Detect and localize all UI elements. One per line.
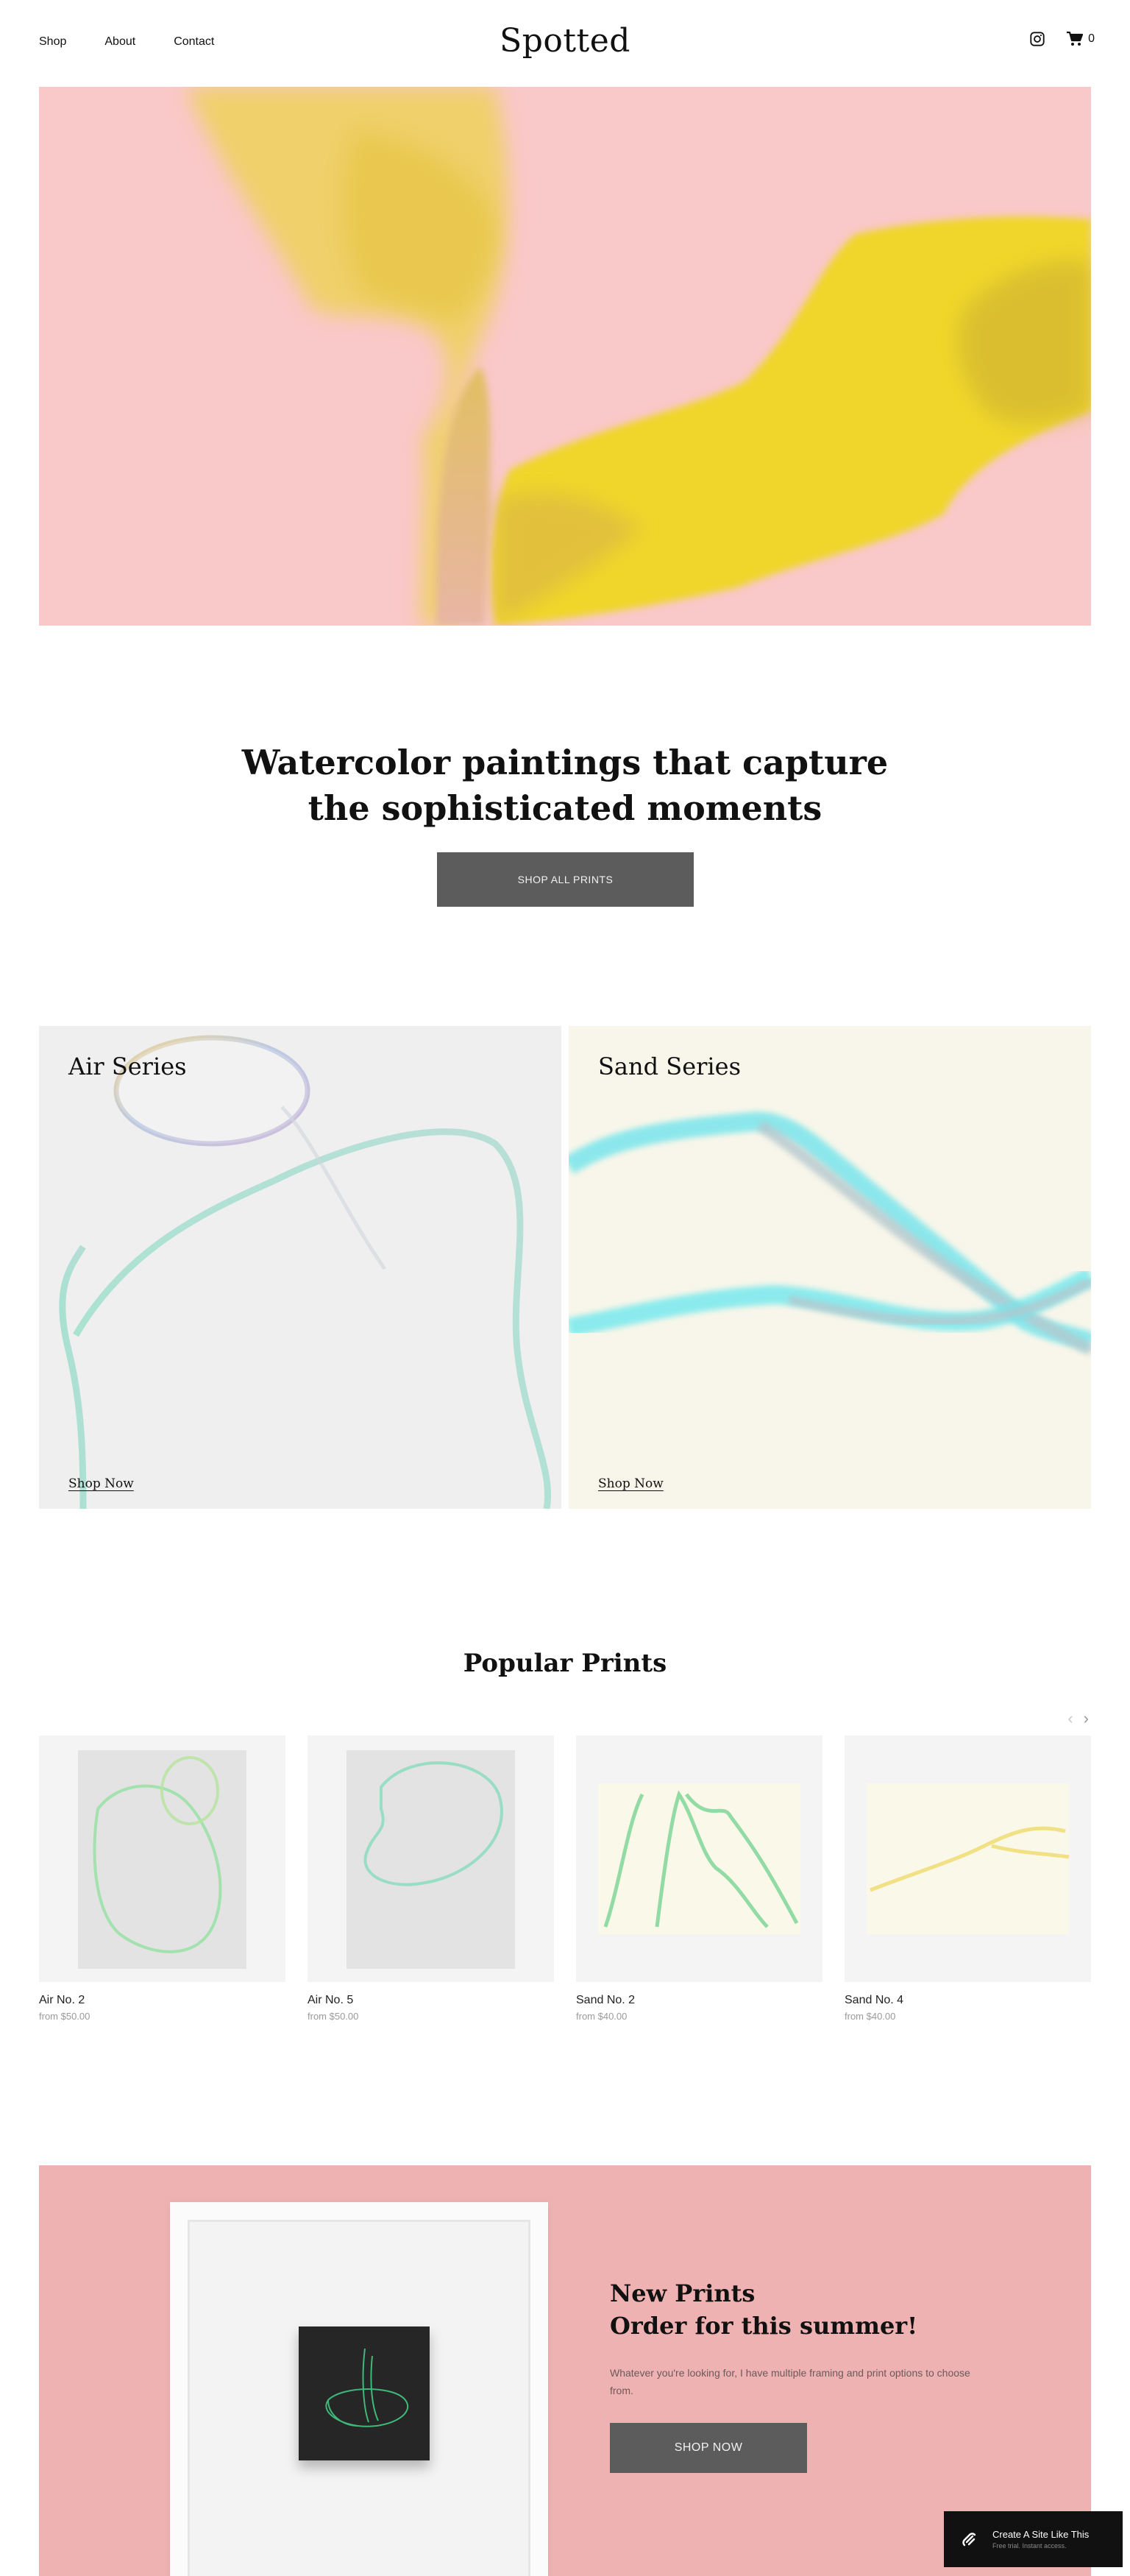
product-name[interactable]: Air No. 2 [39,1994,285,2007]
new-prints-heading: New Prints Order for this summer! [610,2277,917,2342]
air-no-5-art [347,1750,515,1969]
intro-heading-line2: the sophisticated moments [308,788,822,828]
sand-series-art [569,1111,1091,1356]
framed-artwork-drawing [325,2348,409,2427]
carousel-prev-icon[interactable]: ‹ [1067,1709,1073,1728]
frame-mat [188,2220,530,2576]
hero-image [39,87,1091,626]
product-price: from $40.00 [576,2011,628,2022]
shop-now-button[interactable]: SHOP NOW [610,2423,807,2473]
badge-subtitle: Free trial. Instant access. [992,2542,1067,2550]
product-price: from $50.00 [308,2011,359,2022]
product-price: from $40.00 [845,2011,896,2022]
cart-icon [1067,31,1084,46]
product-image[interactable] [576,1735,822,1982]
new-prints-banner: New Prints Order for this summer! Whatev… [39,2165,1091,2576]
popular-prints-heading: Popular Prints [463,1649,667,1678]
product-image[interactable] [308,1735,554,1982]
framed-print-image [170,2202,548,2576]
shop-all-prints-button[interactable]: SHOP ALL PRINTS [437,852,694,907]
product-name[interactable]: Sand No. 2 [576,1994,822,2007]
new-prints-heading-line1: New Prints [610,2279,756,2307]
intro-heading-line1: Watercolor paintings that capture [241,743,889,782]
site-logo[interactable]: Spotted [0,22,1130,60]
product-card-sand-no-4[interactable]: Sand No. 4 from $40.00 [845,1735,1091,2022]
product-card-sand-no-2[interactable]: Sand No. 2 from $40.00 [576,1735,822,2022]
air-series-card[interactable]: Air Series Shop Now [39,1026,561,1509]
instagram-icon[interactable] [1029,31,1045,47]
air-series-art [59,1035,552,1509]
badge-text: Create A Site Like This Free trial. Inst… [992,2529,1089,2550]
product-card-air-no-5[interactable]: Air No. 5 from $50.00 [308,1735,554,2022]
product-image[interactable] [39,1735,285,1982]
product-name[interactable]: Sand No. 4 [845,1994,1091,2007]
air-no-2-art [78,1750,246,1969]
air-series-title: Air Series [68,1052,187,1080]
new-prints-heading-line2: Order for this summer! [610,2312,918,2340]
cart-button[interactable]: 0 [1066,31,1095,47]
product-price: from $50.00 [39,2011,90,2022]
air-series-shop-link[interactable]: Shop Now [68,1476,134,1491]
sand-no-2-art [598,1783,800,1934]
hero-watercolor-art [39,87,1091,626]
site-header: Shop About Contact Spotted 0 [0,0,1130,87]
product-image[interactable] [845,1735,1091,1982]
sand-series-shop-link[interactable]: Shop Now [598,1476,664,1491]
squarespace-logo-icon [962,2533,976,2547]
framed-artwork [299,2326,430,2460]
product-card-air-no-2[interactable]: Air No. 2 from $50.00 [39,1735,285,2022]
cart-count: 0 [1088,32,1095,45]
header-actions: 0 [1029,31,1095,47]
sand-no-4-art [867,1783,1070,1934]
carousel-arrows: ‹ › [1067,1709,1089,1728]
badge-title: Create A Site Like This [992,2529,1090,2540]
carousel-next-icon[interactable]: › [1084,1709,1089,1728]
sand-series-title: Sand Series [598,1052,742,1080]
create-site-badge[interactable]: Create A Site Like This Free trial. Inst… [944,2511,1123,2567]
sand-series-card[interactable]: Sand Series Shop Now [569,1026,1091,1509]
product-name[interactable]: Air No. 5 [308,1994,554,2007]
intro-heading: Watercolor paintings that capture the so… [0,740,1130,831]
new-prints-description: Whatever you're looking for, I have mult… [610,2367,970,2396]
